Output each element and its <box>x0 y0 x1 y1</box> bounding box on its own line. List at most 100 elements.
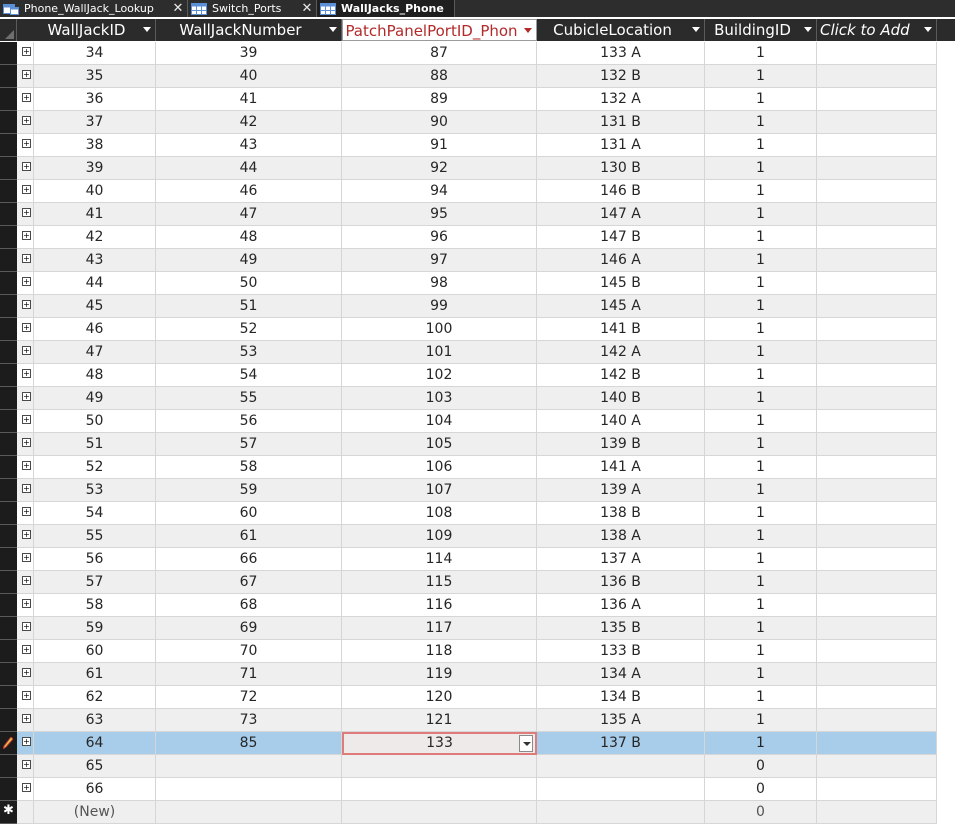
cell-buildingid[interactable]: 1 <box>705 272 817 295</box>
cell-cubiclelocation[interactable]: 138 B <box>537 502 705 525</box>
cell-walljacknumber[interactable]: 69 <box>156 617 342 640</box>
cell-buildingid[interactable]: 1 <box>705 479 817 502</box>
expand-plus-icon[interactable]: + <box>22 484 31 493</box>
cell-walljacknumber[interactable]: 47 <box>156 203 342 226</box>
cell-buildingid[interactable]: 1 <box>705 686 817 709</box>
record-selector[interactable] <box>0 341 17 364</box>
record-selector[interactable] <box>0 203 17 226</box>
cell-walljacknumber[interactable]: 52 <box>156 318 342 341</box>
record-selector[interactable] <box>0 755 17 778</box>
cell-click-to-add[interactable] <box>817 249 937 272</box>
cell-walljacknumber[interactable]: 49 <box>156 249 342 272</box>
cell-buildingid[interactable]: 1 <box>705 732 817 755</box>
cell-patchpanelportid-phon[interactable]: 94 <box>342 180 537 203</box>
table-row[interactable]: +53 59 107 139 A 1 <box>0 479 955 502</box>
tab-phone-walljack-lookup[interactable]: Phone_WallJack_Lookup ✕ <box>0 0 188 17</box>
record-selector[interactable] <box>0 594 17 617</box>
cell-walljacknumber[interactable] <box>156 755 342 778</box>
cell-walljacknumber[interactable]: 46 <box>156 180 342 203</box>
expand-plus-icon[interactable]: + <box>22 507 31 516</box>
cell-patchpanelportid-phon[interactable]: 118 <box>342 640 537 663</box>
cell-click-to-add[interactable] <box>817 203 937 226</box>
cell-walljacknumber[interactable]: 70 <box>156 640 342 663</box>
cell-click-to-add[interactable] <box>817 226 937 249</box>
cell-click-to-add[interactable] <box>817 364 937 387</box>
cell-walljackid[interactable]: 48 <box>34 364 156 387</box>
cell-cubiclelocation[interactable]: 136 A <box>537 594 705 617</box>
cell-buildingid[interactable]: 1 <box>705 502 817 525</box>
cell-walljacknumber[interactable]: 59 <box>156 479 342 502</box>
cell-click-to-add[interactable] <box>817 709 937 732</box>
cell-cubiclelocation[interactable]: 135 A <box>537 709 705 732</box>
cell-buildingid[interactable]: 1 <box>705 617 817 640</box>
cell-patchpanelportid-phon[interactable]: 121 <box>342 709 537 732</box>
expand-plus-icon[interactable]: + <box>22 277 31 286</box>
cell-buildingid[interactable]: 1 <box>705 249 817 272</box>
table-row[interactable]: +44 50 98 145 B 1 <box>0 272 955 295</box>
cell-patchpanelportid-phon[interactable]: 106 <box>342 456 537 479</box>
cell-buildingid[interactable]: 1 <box>705 456 817 479</box>
table-row[interactable]: +42 48 96 147 B 1 <box>0 226 955 249</box>
expand-plus-icon[interactable]: + <box>22 346 31 355</box>
record-selector[interactable] <box>0 42 17 65</box>
table-row[interactable]: +46 52 100 141 B 1 <box>0 318 955 341</box>
cell-click-to-add[interactable] <box>817 88 937 111</box>
cell-walljacknumber[interactable]: 72 <box>156 686 342 709</box>
cell-walljackid[interactable]: 58 <box>34 594 156 617</box>
column-dropdown-arrow-icon[interactable] <box>804 27 812 32</box>
cell-walljacknumber[interactable]: 44 <box>156 157 342 180</box>
cell-patchpanelportid-phon[interactable]: 96 <box>342 226 537 249</box>
cell-walljackid[interactable]: 39 <box>34 157 156 180</box>
cell-walljackid[interactable]: 36 <box>34 88 156 111</box>
cell-cubiclelocation[interactable]: 133 A <box>537 42 705 65</box>
cell-click-to-add[interactable] <box>817 295 937 318</box>
cell-cubiclelocation[interactable]: 131 A <box>537 134 705 157</box>
table-row[interactable]: +61 71 119 134 A 1 <box>0 663 955 686</box>
cell-patchpanelportid-phon[interactable]: 114 <box>342 548 537 571</box>
cell-walljackid[interactable]: 42 <box>34 226 156 249</box>
expand-plus-icon[interactable]: + <box>22 645 31 654</box>
cell-cubiclelocation[interactable]: 138 A <box>537 525 705 548</box>
table-row[interactable]: +47 53 101 142 A 1 <box>0 341 955 364</box>
cell-walljackid[interactable]: 59 <box>34 617 156 640</box>
cell-cubiclelocation[interactable]: 135 B <box>537 617 705 640</box>
cell-buildingid[interactable]: 0 <box>705 778 817 801</box>
expand-plus-icon[interactable]: + <box>22 737 31 746</box>
cell-cubiclelocation[interactable]: 145 B <box>537 272 705 295</box>
cell-walljackid[interactable]: 37 <box>34 111 156 134</box>
cell-click-to-add[interactable] <box>817 272 937 295</box>
expand-plus-icon[interactable]: + <box>22 622 31 631</box>
cell-cubiclelocation[interactable]: 137 A <box>537 548 705 571</box>
cell-cubiclelocation[interactable]: 141 B <box>537 318 705 341</box>
cell-walljackid[interactable]: 66 <box>34 778 156 801</box>
record-selector[interactable] <box>0 226 17 249</box>
cell-walljackid[interactable]: 56 <box>34 548 156 571</box>
cell-patchpanelportid-phon[interactable]: 92 <box>342 157 537 180</box>
cell-click-to-add[interactable] <box>817 134 937 157</box>
table-row[interactable]: +55 61 109 138 A 1 <box>0 525 955 548</box>
cell-buildingid[interactable]: 0 <box>705 801 817 824</box>
expand-plus-icon[interactable]: + <box>22 185 31 194</box>
cell-buildingid[interactable]: 1 <box>705 295 817 318</box>
column-dropdown-arrow-icon[interactable] <box>524 28 532 33</box>
record-selector[interactable] <box>0 364 17 387</box>
cell-buildingid[interactable]: 1 <box>705 88 817 111</box>
cell-buildingid[interactable]: 1 <box>705 709 817 732</box>
cell-walljacknumber[interactable]: 67 <box>156 571 342 594</box>
cell-patchpanelportid-phon[interactable]: 115 <box>342 571 537 594</box>
cell-click-to-add[interactable] <box>817 318 937 341</box>
cell-walljacknumber[interactable]: 68 <box>156 594 342 617</box>
cell-walljackid[interactable]: 35 <box>34 65 156 88</box>
cell-buildingid[interactable]: 1 <box>705 65 817 88</box>
table-row[interactable]: +43 49 97 146 A 1 <box>0 249 955 272</box>
cell-walljackid[interactable]: 46 <box>34 318 156 341</box>
table-row[interactable]: +38 43 91 131 A 1 <box>0 134 955 157</box>
expand-plus-icon[interactable]: + <box>22 116 31 125</box>
table-row[interactable]: +60 70 118 133 B 1 <box>0 640 955 663</box>
cell-walljackid[interactable]: 53 <box>34 479 156 502</box>
cell-patchpanelportid-phon[interactable]: 117 <box>342 617 537 640</box>
cell-walljacknumber[interactable] <box>156 778 342 801</box>
cell-walljacknumber[interactable] <box>156 801 342 824</box>
combo-dropdown-button[interactable] <box>519 735 533 752</box>
cell-click-to-add[interactable] <box>817 180 937 203</box>
